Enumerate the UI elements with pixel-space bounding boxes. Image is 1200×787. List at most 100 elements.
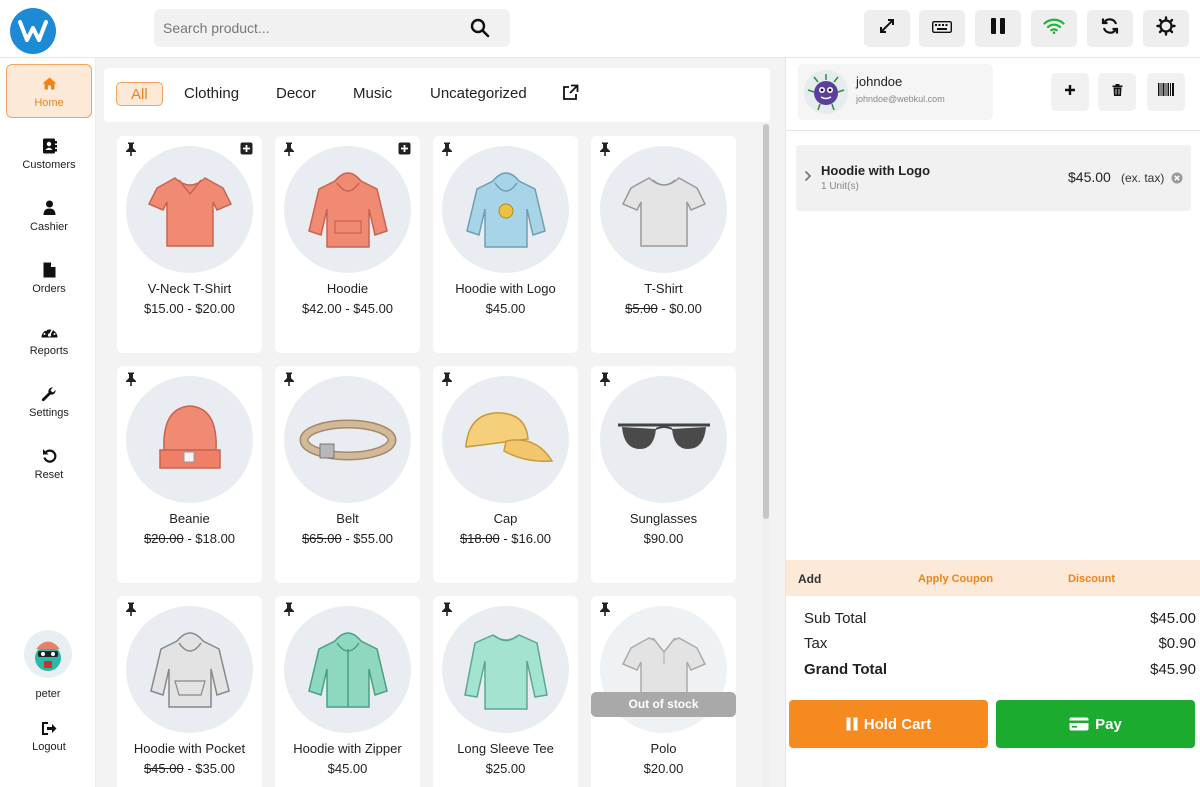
cart-item[interactable]: Hoodie with Logo 1 Unit(s) $45.00 (ex. t… bbox=[796, 145, 1191, 211]
variants-plus-icon[interactable] bbox=[240, 142, 254, 156]
product-card[interactable]: Sunglasses $90.00 bbox=[591, 366, 736, 583]
sidebar-item-home[interactable]: Home bbox=[6, 64, 92, 118]
chevron-right-icon[interactable] bbox=[804, 169, 812, 187]
avatar bbox=[24, 630, 72, 678]
pin-icon[interactable] bbox=[441, 142, 455, 156]
product-image bbox=[284, 376, 411, 503]
category-bar: All Clothing Decor Music Uncategorized bbox=[104, 68, 770, 122]
pin-icon[interactable] bbox=[441, 602, 455, 616]
product-card[interactable]: Hoodie with Logo $45.00 bbox=[433, 136, 578, 353]
pin-icon[interactable] bbox=[283, 602, 297, 616]
category-music[interactable]: Music bbox=[353, 82, 392, 106]
pin-icon[interactable] bbox=[599, 372, 613, 386]
category-decor[interactable]: Decor bbox=[276, 82, 316, 106]
out-of-stock-badge: Out of stock bbox=[591, 692, 736, 717]
sidebar-item-settings[interactable]: Settings bbox=[6, 374, 92, 428]
product-card[interactable]: Hoodie $42.00 - $45.00 bbox=[275, 136, 420, 353]
sidebar-item-reports[interactable]: Reports bbox=[6, 312, 92, 366]
sidebar-item-label: Cashier bbox=[30, 220, 68, 233]
product-card[interactable]: Hoodie with Zipper $45.00 bbox=[275, 596, 420, 787]
grand-total-value: $45.90 bbox=[1150, 661, 1196, 678]
sync-icon bbox=[1101, 17, 1119, 40]
search-icon[interactable] bbox=[470, 18, 490, 43]
product-card[interactable]: Long Sleeve Tee $25.00 bbox=[433, 596, 578, 787]
barcode-button[interactable] bbox=[1147, 73, 1185, 111]
sidebar-item-orders[interactable]: Orders bbox=[6, 250, 92, 304]
settings-button[interactable] bbox=[1143, 10, 1189, 47]
customer-name: johndoe bbox=[856, 74, 903, 89]
pause-button[interactable] bbox=[975, 10, 1021, 47]
pin-icon[interactable] bbox=[125, 602, 139, 616]
gear-icon bbox=[1156, 16, 1176, 41]
customer-card[interactable]: johndoe johndoe@webkul.com bbox=[798, 64, 993, 120]
keyboard-button[interactable] bbox=[919, 10, 965, 47]
product-scrollbar[interactable] bbox=[762, 124, 770, 787]
pin-icon[interactable] bbox=[283, 372, 297, 386]
product-current-price: $15.00 - $20.00 bbox=[143, 301, 236, 316]
cashier-profile[interactable]: peter bbox=[0, 630, 96, 700]
external-link-icon[interactable] bbox=[562, 84, 579, 108]
search-box bbox=[154, 9, 510, 47]
add-customer-button[interactable] bbox=[1051, 73, 1089, 111]
category-clothing[interactable]: Clothing bbox=[184, 82, 239, 106]
product-card[interactable]: Cap $18.00 - $16.00 bbox=[433, 366, 578, 583]
pin-icon[interactable] bbox=[441, 372, 455, 386]
sidebar-item-label: Customers bbox=[22, 158, 76, 171]
keyboard-icon bbox=[931, 20, 953, 38]
dashboard-icon bbox=[41, 322, 58, 342]
sync-button[interactable] bbox=[1087, 10, 1133, 47]
product-price: $45.00 bbox=[433, 301, 578, 316]
search-input[interactable] bbox=[154, 9, 454, 47]
divider bbox=[786, 130, 1200, 131]
product-card[interactable]: T-Shirt $5.00 - $0.00 bbox=[591, 136, 736, 353]
grand-total-row: Grand Total $45.90 bbox=[804, 661, 1196, 678]
hold-cart-label: Hold Cart bbox=[863, 715, 932, 733]
pin-icon[interactable] bbox=[125, 372, 139, 386]
pause-icon bbox=[846, 717, 858, 731]
file-icon bbox=[43, 260, 56, 280]
category-uncategorized[interactable]: Uncategorized bbox=[430, 82, 527, 106]
fullscreen-button[interactable] bbox=[864, 10, 910, 47]
pin-icon[interactable] bbox=[125, 142, 139, 156]
discount-button[interactable]: Discount bbox=[1068, 573, 1115, 585]
apply-coupon-button[interactable]: Apply Coupon bbox=[918, 573, 993, 585]
sidebar-item-label: Reset bbox=[34, 468, 64, 481]
pin-icon[interactable] bbox=[283, 142, 297, 156]
sidebar-item-customers[interactable]: Customers bbox=[6, 126, 92, 180]
wifi-status-button[interactable] bbox=[1031, 10, 1077, 47]
variants-plus-icon[interactable] bbox=[398, 142, 412, 156]
product-current-price: - $0.00 bbox=[657, 301, 702, 316]
sidebar-item-reset[interactable]: Reset bbox=[6, 436, 92, 490]
product-image bbox=[442, 606, 569, 733]
address-book-icon bbox=[42, 136, 57, 156]
category-all[interactable]: All bbox=[116, 82, 163, 106]
product-card[interactable]: Hoodie with Pocket $45.00 - $35.00 bbox=[117, 596, 262, 787]
product-price: $45.00 bbox=[275, 761, 420, 776]
product-name: Belt bbox=[336, 511, 359, 526]
subtotal-row: Sub Total $45.00 bbox=[804, 610, 1196, 627]
sidebar-item-cashier[interactable]: Cashier bbox=[6, 188, 92, 242]
product-card[interactable]: Belt $65.00 - $55.00 bbox=[275, 366, 420, 583]
hold-cart-button[interactable]: Hold Cart bbox=[789, 700, 988, 748]
product-price: $20.00 - $18.00 bbox=[117, 531, 262, 546]
scrollbar-thumb[interactable] bbox=[763, 124, 769, 519]
remove-item-icon[interactable] bbox=[1171, 171, 1183, 189]
product-card[interactable]: V-Neck T-Shirt $15.00 - $20.00 bbox=[117, 136, 262, 353]
logout-button[interactable]: Logout bbox=[6, 716, 92, 756]
pin-icon[interactable] bbox=[599, 602, 613, 616]
product-old-price: $5.00 bbox=[625, 301, 658, 316]
add-button[interactable]: Add bbox=[798, 572, 821, 586]
product-price: $42.00 - $45.00 bbox=[275, 301, 420, 316]
sidebar-item-label: Orders bbox=[32, 282, 66, 295]
top-bar bbox=[0, 0, 1200, 58]
product-image bbox=[284, 606, 411, 733]
pin-icon[interactable] bbox=[599, 142, 613, 156]
product-name: Polo bbox=[650, 741, 677, 756]
product-card[interactable]: Polo $20.00 Out of stock bbox=[591, 596, 736, 787]
cart-item-price: $45.00 bbox=[1068, 169, 1111, 185]
product-image bbox=[126, 146, 253, 273]
clear-cart-button[interactable] bbox=[1098, 73, 1136, 111]
pay-button[interactable]: Pay bbox=[996, 700, 1195, 748]
product-card[interactable]: Beanie $20.00 - $18.00 bbox=[117, 366, 262, 583]
brand-logo[interactable] bbox=[10, 8, 56, 54]
